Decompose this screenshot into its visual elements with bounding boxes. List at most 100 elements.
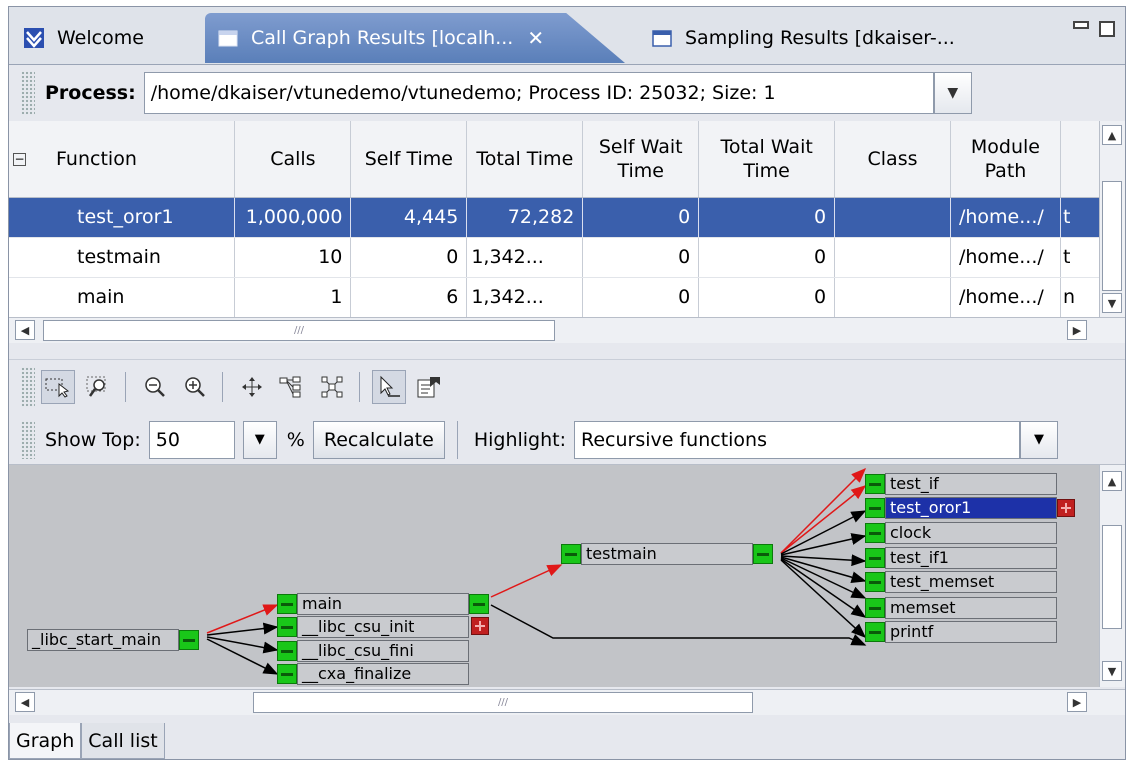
- expand-node-icon[interactable]: [1057, 499, 1075, 517]
- cell-total-time: 1,342...: [466, 237, 584, 278]
- collapse-node-icon[interactable]: [179, 630, 199, 650]
- scroll-right-icon[interactable]: ▶: [1067, 692, 1087, 712]
- recalculate-button[interactable]: Recalculate: [312, 420, 445, 459]
- scroll-down-icon[interactable]: ▼: [1102, 293, 1122, 313]
- scroll-thumb[interactable]: ///: [43, 320, 555, 341]
- pointer-icon[interactable]: [372, 369, 406, 404]
- collapse-node-icon[interactable]: [753, 544, 773, 564]
- table-row[interactable]: testmain 10 0 1,342... 0 0 /home.../ t: [9, 237, 1101, 278]
- collapse-node-icon[interactable]: [469, 594, 489, 614]
- collapse-node-icon[interactable]: [561, 544, 581, 564]
- graph-node[interactable]: __libc_csu_fini: [277, 640, 469, 662]
- show-top-input[interactable]: 50: [148, 420, 235, 459]
- tab-call-graph-results[interactable]: Call Graph Results [localh... ✕: [205, 13, 625, 63]
- graph-options-bar: Show Top: 50 ▼ % Recalculate Highlight: …: [9, 415, 1125, 465]
- collapse-node-icon[interactable]: [865, 622, 885, 642]
- graph-node[interactable]: __libc_csu_init: [277, 616, 469, 638]
- toolbar-separator: [456, 420, 458, 459]
- process-toolbar: Process: /home/dkaiser/vtunedemo/vtunede…: [9, 65, 1125, 121]
- tab-call-list[interactable]: Call list: [81, 723, 165, 759]
- process-select[interactable]: /home/dkaiser/vtunedemo/vtunedemo; Proce…: [143, 72, 934, 114]
- call-edge: [490, 604, 867, 646]
- graph-node[interactable]: printf: [865, 621, 1057, 643]
- zoom-region-icon[interactable]: [81, 370, 115, 404]
- pan-icon[interactable]: [235, 370, 269, 404]
- table-vertical-scrollbar[interactable]: ▲ ▼: [1099, 121, 1125, 317]
- expand-node-icon[interactable]: [471, 617, 489, 635]
- graph-node[interactable]: test_oror1: [865, 497, 1057, 519]
- table-header: − Function Calls Self Time Total Time Se…: [9, 121, 1101, 198]
- graph-node[interactable]: clock: [865, 522, 1057, 544]
- call-edge: [780, 510, 867, 555]
- toolbar-grip[interactable]: [21, 420, 35, 459]
- scroll-down-icon[interactable]: ▼: [1102, 661, 1122, 681]
- graph-node[interactable]: main: [277, 593, 489, 615]
- close-tab-icon[interactable]: ✕: [527, 26, 544, 50]
- chevron-down-icon[interactable]: ▼: [242, 420, 277, 459]
- collapse-all-icon[interactable]: −: [13, 152, 26, 166]
- layout-tree-icon[interactable]: [275, 370, 309, 404]
- chevron-down-icon[interactable]: ▼: [1020, 420, 1058, 459]
- table-row[interactable]: test_oror1 1,000,000 4,445 72,282 0 0 /h…: [9, 197, 1101, 238]
- collapse-node-icon[interactable]: [277, 664, 297, 684]
- graph-node[interactable]: test_if1: [865, 547, 1057, 569]
- chevron-down-icon[interactable]: ▼: [933, 72, 972, 114]
- column-header-extra[interactable]: [1060, 121, 1101, 198]
- graph-node[interactable]: memset: [865, 597, 1057, 619]
- column-header-self-wait-time[interactable]: Self Wait Time: [582, 121, 700, 198]
- highlight-select[interactable]: Recursive functions: [574, 420, 1020, 459]
- zoom-out-icon[interactable]: [138, 370, 172, 404]
- table-row[interactable]: main 1 6 1,342... 0 0 /home.../ n: [9, 277, 1101, 317]
- select-region-icon[interactable]: [41, 369, 75, 404]
- scroll-thumb[interactable]: ///: [253, 692, 753, 713]
- scroll-thumb[interactable]: [1102, 181, 1122, 291]
- layout-radial-icon[interactable]: [315, 370, 349, 404]
- scroll-thumb[interactable]: [1102, 525, 1122, 629]
- toolbar-separator: [222, 371, 223, 402]
- collapse-node-icon[interactable]: [865, 548, 885, 568]
- graph-node[interactable]: testmain: [561, 543, 773, 565]
- column-header-total-wait-time[interactable]: Total Wait Time: [698, 121, 836, 198]
- collapse-node-icon[interactable]: [865, 572, 885, 592]
- results-icon: [218, 30, 238, 47]
- column-header-total-time[interactable]: Total Time: [466, 121, 584, 198]
- table-horizontal-scrollbar[interactable]: ◀ /// ▶: [9, 317, 1125, 343]
- cell-total-wait: 0: [698, 237, 836, 278]
- tab-sampling-results[interactable]: Sampling Results [dkaiser-...: [639, 13, 1019, 63]
- cell-self-time: 4,445: [350, 197, 468, 238]
- cell-class: [834, 277, 951, 317]
- scroll-up-icon[interactable]: ▲: [1102, 125, 1122, 145]
- column-header-module-path[interactable]: Module Path: [950, 121, 1061, 198]
- tab-graph[interactable]: Graph: [9, 723, 82, 759]
- column-header-calls[interactable]: Calls: [234, 121, 352, 198]
- toolbar-grip[interactable]: [21, 366, 35, 407]
- scroll-left-icon[interactable]: ◀: [15, 320, 35, 340]
- graph-horizontal-scrollbar[interactable]: ◀ /// ▶: [9, 689, 1125, 715]
- graph-vertical-scrollbar[interactable]: ▲ ▼: [1099, 465, 1125, 687]
- zoom-in-icon[interactable]: [178, 370, 212, 404]
- column-header-self-time[interactable]: Self Time: [350, 121, 468, 198]
- graph-node[interactable]: _libc_start_main: [27, 629, 199, 651]
- collapse-node-icon[interactable]: [277, 594, 297, 614]
- collapse-node-icon[interactable]: [277, 641, 297, 661]
- scroll-up-icon[interactable]: ▲: [1102, 471, 1122, 491]
- call-graph-canvas[interactable]: _libc_start_main main __libc_csu_init __…: [9, 465, 1101, 687]
- column-header-function[interactable]: − Function: [9, 121, 236, 198]
- graph-node[interactable]: __cxa_finalize: [277, 663, 469, 685]
- collapse-node-icon[interactable]: [865, 498, 885, 518]
- minimize-icon[interactable]: [1073, 21, 1089, 29]
- scroll-left-icon[interactable]: ◀: [15, 692, 35, 712]
- collapse-node-icon[interactable]: [865, 474, 885, 494]
- scroll-right-icon[interactable]: ▶: [1067, 320, 1087, 340]
- tab-welcome[interactable]: Welcome: [11, 13, 191, 63]
- collapse-node-icon[interactable]: [865, 598, 885, 618]
- column-header-class[interactable]: Class: [834, 121, 951, 198]
- graph-node[interactable]: test_memset: [865, 571, 1057, 593]
- collapse-node-icon[interactable]: [277, 617, 297, 637]
- toolbar-grip[interactable]: [21, 71, 35, 115]
- graph-node[interactable]: test_if: [865, 473, 1057, 495]
- toolbar-separator: [359, 371, 360, 402]
- properties-icon[interactable]: [412, 370, 446, 404]
- collapse-node-icon[interactable]: [865, 523, 885, 543]
- maximize-icon[interactable]: [1099, 21, 1115, 37]
